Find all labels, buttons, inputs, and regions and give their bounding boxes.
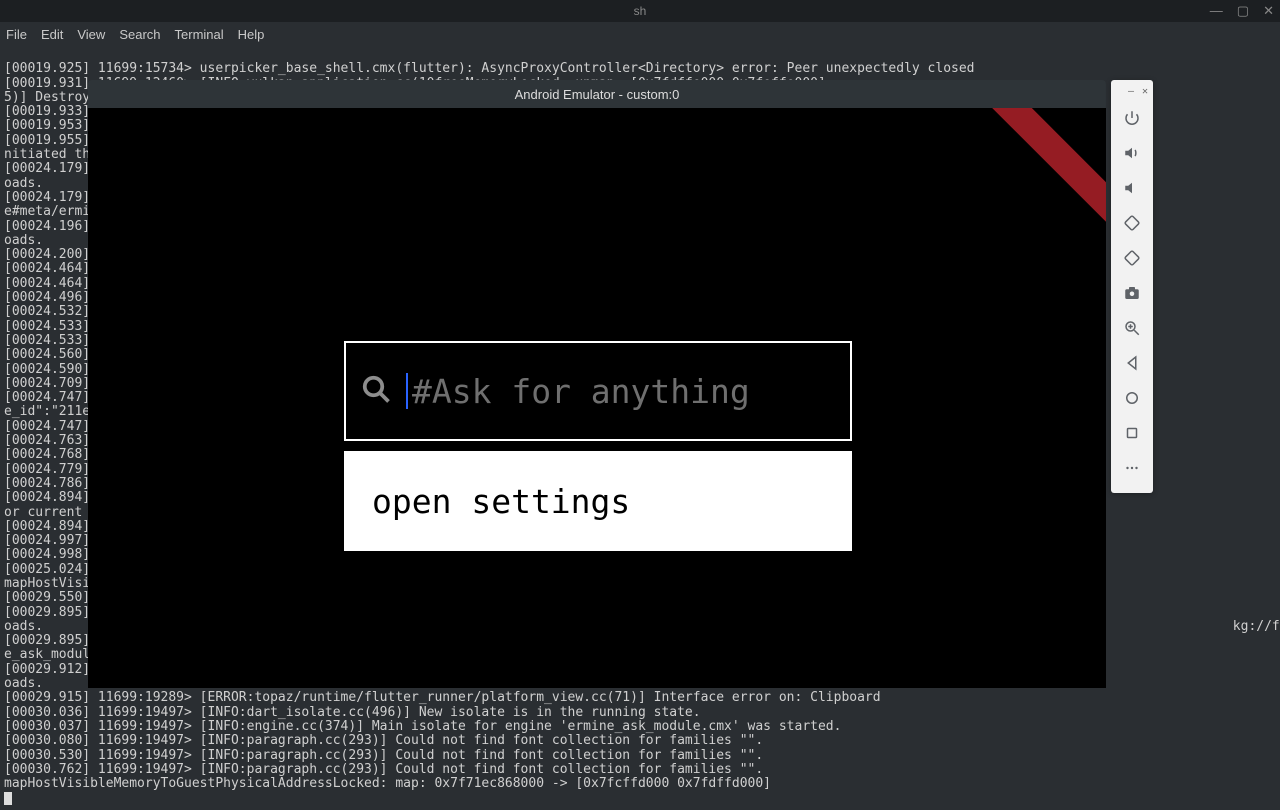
window-titlebar: sh — ▢ ✕: [0, 0, 1280, 22]
terminal-line: oads.: [4, 176, 43, 191]
terminal-line: [00024.747]: [4, 419, 90, 434]
terminal-line: [00030.080] 11699:19497> [INFO:paragraph…: [4, 733, 763, 748]
terminal-line: [00024.496]: [4, 290, 90, 305]
terminal-line: [00024.894]: [4, 519, 90, 534]
overview-button[interactable]: [1111, 415, 1153, 450]
terminal-line: [00030.036] 11699:19497> [INFO:dart_isol…: [4, 705, 701, 720]
menu-help[interactable]: Help: [238, 27, 265, 42]
text-cursor: [406, 373, 408, 409]
emulator-screen[interactable]: #Ask for anything open settings: [88, 108, 1106, 688]
volume-up-button[interactable]: [1111, 135, 1153, 170]
menu-bar: File Edit View Search Terminal Help: [0, 22, 1280, 46]
more-button[interactable]: [1111, 450, 1153, 485]
window-minimize-button[interactable]: —: [1210, 3, 1223, 19]
terminal-line: [00024.763]: [4, 433, 90, 448]
menu-file[interactable]: File: [6, 27, 27, 42]
terminal-line: [00029.895]: [4, 633, 90, 648]
ask-search-box[interactable]: #Ask for anything: [344, 341, 852, 441]
terminal-line: [00024.533]: [4, 333, 90, 348]
terminal-line: [00029.915] 11699:19289> [ERROR:topaz/ru…: [4, 690, 881, 705]
terminal-line: [00024.532]: [4, 304, 90, 319]
terminal-line: mapHostVisibleMemoryToGuestPhysicalAddre…: [4, 776, 771, 791]
rotate-left-button[interactable]: [1111, 205, 1153, 240]
terminal-line: [00030.530] 11699:19497> [INFO:paragraph…: [4, 748, 763, 763]
screenshot-button[interactable]: [1111, 275, 1153, 310]
search-placeholder: #Ask for anything: [412, 372, 750, 411]
terminal-line: [00019.925] 11699:15734> userpicker_base…: [4, 61, 975, 76]
terminal-line: [00029.550]: [4, 590, 90, 605]
emulator-titlebar[interactable]: Android Emulator - custom:0: [88, 80, 1106, 108]
terminal-line: nitiated the: [4, 147, 98, 162]
terminal-line: [00025.024]: [4, 562, 90, 577]
terminal-line: oads.: [4, 619, 43, 634]
terminal-line: [00024.709]: [4, 376, 90, 391]
emulator-title: Android Emulator - custom:0: [515, 87, 680, 102]
terminal-line: e_ask_module: [4, 647, 98, 662]
terminal-line: [00019.955]: [4, 133, 90, 148]
terminal-line: [00030.037] 11699:19497> [INFO:engine.cc…: [4, 719, 841, 734]
terminal-line: [00024.464]: [4, 261, 90, 276]
menu-search[interactable]: Search: [119, 27, 160, 42]
terminal-line: [00024.179]: [4, 190, 90, 205]
emulator-toolbar: — ✕: [1111, 80, 1153, 493]
terminal-line: [00030.762] 11699:19497> [INFO:paragraph…: [4, 762, 763, 777]
emulator-window: Android Emulator - custom:0 #Ask for any…: [88, 80, 1106, 688]
terminal-line: [00029.912]: [4, 662, 90, 677]
terminal-line: [00024.533]: [4, 319, 90, 334]
home-button[interactable]: [1111, 380, 1153, 415]
terminal-line: [00024.464]: [4, 276, 90, 291]
terminal-line: [00024.560]: [4, 347, 90, 362]
window-maximize-button[interactable]: ▢: [1237, 3, 1249, 19]
back-button[interactable]: [1111, 345, 1153, 380]
terminal-line: [00024.196]: [4, 219, 90, 234]
window-title: sh: [634, 4, 647, 18]
terminal-line: oads.: [4, 233, 43, 248]
suggestion-text: open settings: [372, 482, 630, 521]
menu-view[interactable]: View: [77, 27, 105, 42]
terminal-line: [00019.933]: [4, 104, 90, 119]
terminal-line: [00024.768]: [4, 447, 90, 462]
terminal-line: [00024.997]: [4, 533, 90, 548]
search-icon: [346, 374, 406, 408]
terminal-line: oads.: [4, 676, 43, 691]
terminal-line: kg://fuchsia.com/ermin: [1233, 619, 1280, 634]
zoom-button[interactable]: [1111, 310, 1153, 345]
terminal-line: [00024.894]: [4, 490, 90, 505]
terminal-cursor: [4, 792, 12, 805]
rotate-right-button[interactable]: [1111, 240, 1153, 275]
ask-suggestion[interactable]: open settings: [344, 451, 852, 551]
window-close-button[interactable]: ✕: [1263, 3, 1274, 19]
terminal-line: [00024.998]: [4, 547, 90, 562]
volume-down-button[interactable]: [1111, 170, 1153, 205]
emulator-minimize-button[interactable]: —: [1128, 86, 1134, 97]
terminal-line: [00024.200]: [4, 247, 90, 262]
terminal-line: [00019.953]: [4, 118, 90, 133]
menu-edit[interactable]: Edit: [41, 27, 63, 42]
debug-ribbon: [946, 108, 1106, 268]
terminal-line: [00024.779]: [4, 462, 90, 477]
terminal-line: [00029.895]: [4, 605, 90, 620]
emulator-close-button[interactable]: ✕: [1142, 86, 1148, 97]
menu-terminal[interactable]: Terminal: [175, 27, 224, 42]
terminal-line: [00024.786]: [4, 476, 90, 491]
terminal-line: [00024.179]: [4, 161, 90, 176]
terminal-line: [00024.590]: [4, 362, 90, 377]
power-button[interactable]: [1111, 100, 1153, 135]
terminal-line: [00024.747]: [4, 390, 90, 405]
